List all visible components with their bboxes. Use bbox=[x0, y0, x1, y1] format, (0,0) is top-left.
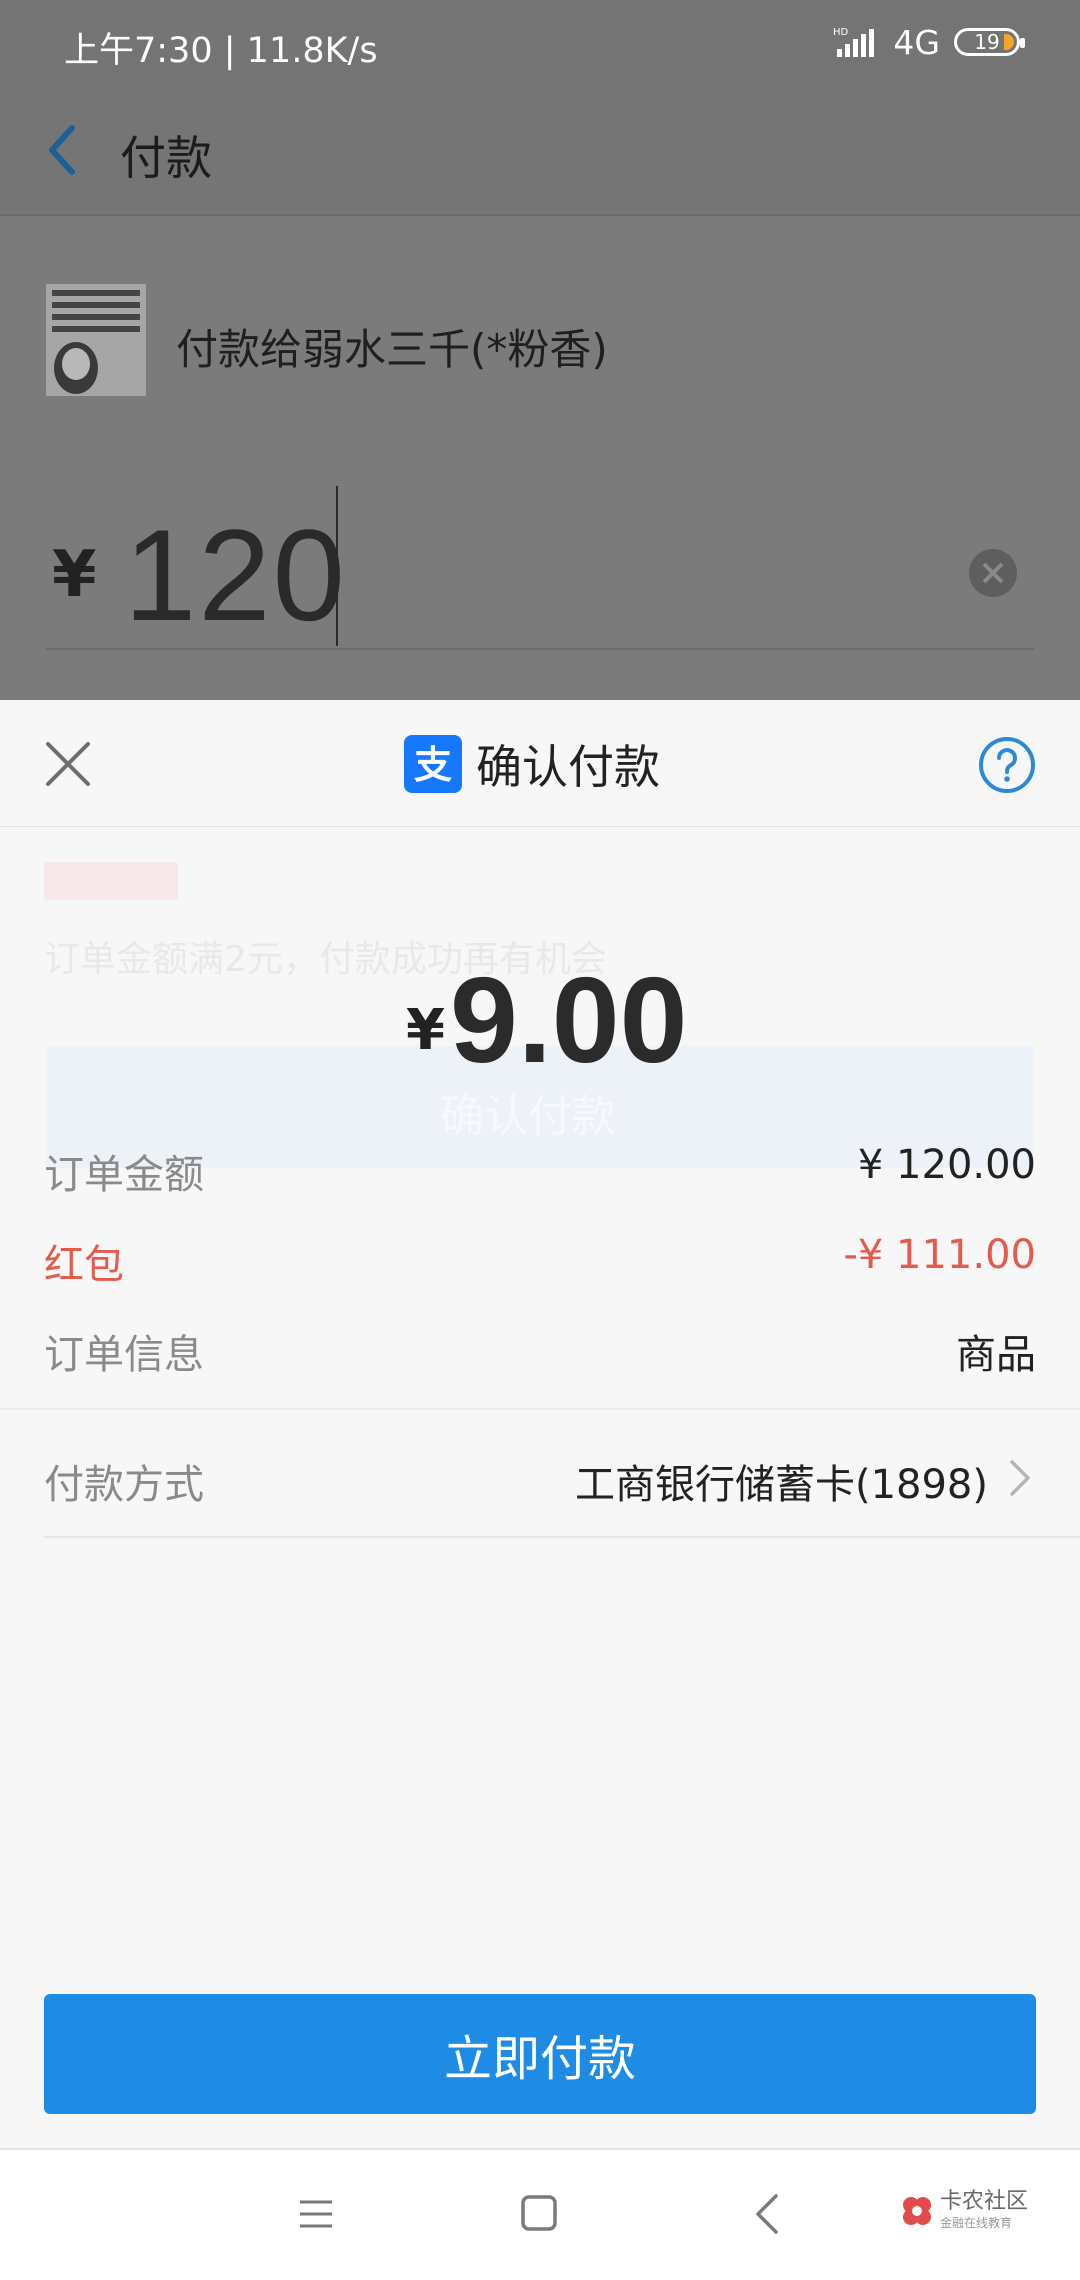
alipay-logo-icon: 支 bbox=[404, 735, 462, 793]
signal-icon: HD bbox=[833, 27, 875, 57]
order-amount-value: ¥ 120.00 bbox=[857, 1142, 1036, 1188]
pay-currency: ¥ bbox=[406, 998, 445, 1063]
battery-icon: 19 bbox=[954, 28, 1025, 56]
alipay-logo-char: 支 bbox=[414, 743, 452, 786]
amount-currency: ¥ bbox=[52, 538, 97, 612]
chevron-right-icon bbox=[1010, 1460, 1030, 1496]
red-packet-label: 红包 bbox=[44, 1242, 124, 1288]
order-info-value[interactable]: 商品 bbox=[956, 1322, 1036, 1380]
alipay-glyph: 支 bbox=[414, 743, 452, 786]
app-header: 付款 bbox=[0, 84, 1080, 216]
sheet-title-group: 支 确认付款 bbox=[404, 735, 660, 794]
text-caret bbox=[336, 486, 338, 646]
pay-amount: 9.00 bbox=[450, 952, 688, 1088]
order-amount-label: 订单金额 bbox=[44, 1152, 204, 1198]
battery-fill bbox=[1004, 34, 1014, 50]
status-separator: | bbox=[223, 31, 247, 71]
help-icon[interactable] bbox=[978, 736, 1036, 794]
order-info-label: 订单信息 bbox=[44, 1332, 204, 1378]
watermark-sub: 金融在线教育 bbox=[940, 2216, 1013, 2230]
amount-input[interactable]: 120 bbox=[124, 500, 347, 650]
nav-back-icon[interactable] bbox=[752, 2192, 782, 2236]
close-icon[interactable] bbox=[44, 740, 92, 788]
page-title: 付款 bbox=[120, 131, 212, 185]
status-time: 上午7:30 | 11.8K/s bbox=[64, 22, 378, 73]
payment-method-value: 工商银行储蓄卡(1898) bbox=[574, 1462, 988, 1508]
avatar-image bbox=[46, 284, 146, 396]
payee-name: 付款给弱水三千(*粉香) bbox=[176, 325, 608, 374]
home-icon[interactable] bbox=[520, 2194, 558, 2232]
watermark-name: 卡农社区 bbox=[940, 2189, 1029, 2214]
watermark-text-group: 卡农社区 金融在线教育 bbox=[940, 2190, 1028, 2231]
payment-method-divider bbox=[44, 1536, 1080, 1538]
watermark: 卡农社区 金融在线教育 bbox=[900, 2190, 1028, 2231]
faded-promo-tag bbox=[44, 862, 178, 900]
status-speed: 11.8K/s bbox=[246, 31, 378, 71]
pay-now-button[interactable]: 立即付款 bbox=[44, 1994, 1036, 2114]
status-indicators: HD 4G 19 bbox=[833, 22, 1025, 62]
battery-level: 19 bbox=[974, 30, 1000, 54]
watermark-logo-icon bbox=[903, 2196, 931, 2225]
red-packet-value: -¥ 111.00 bbox=[843, 1232, 1036, 1278]
back-arrow-icon[interactable] bbox=[40, 118, 84, 182]
payee-avatar bbox=[46, 284, 146, 396]
amount-underline bbox=[46, 648, 1034, 650]
clear-input-icon[interactable] bbox=[968, 548, 1018, 598]
status-clock: 上午7:30 bbox=[64, 31, 213, 71]
network-type: 4G bbox=[893, 22, 940, 62]
menu-icon[interactable] bbox=[296, 2196, 336, 2232]
sheet-title: 确认付款 bbox=[476, 740, 660, 794]
svg-text:HD: HD bbox=[833, 27, 849, 38]
payment-method-label: 付款方式 bbox=[44, 1462, 204, 1508]
section-divider bbox=[0, 1408, 1080, 1410]
